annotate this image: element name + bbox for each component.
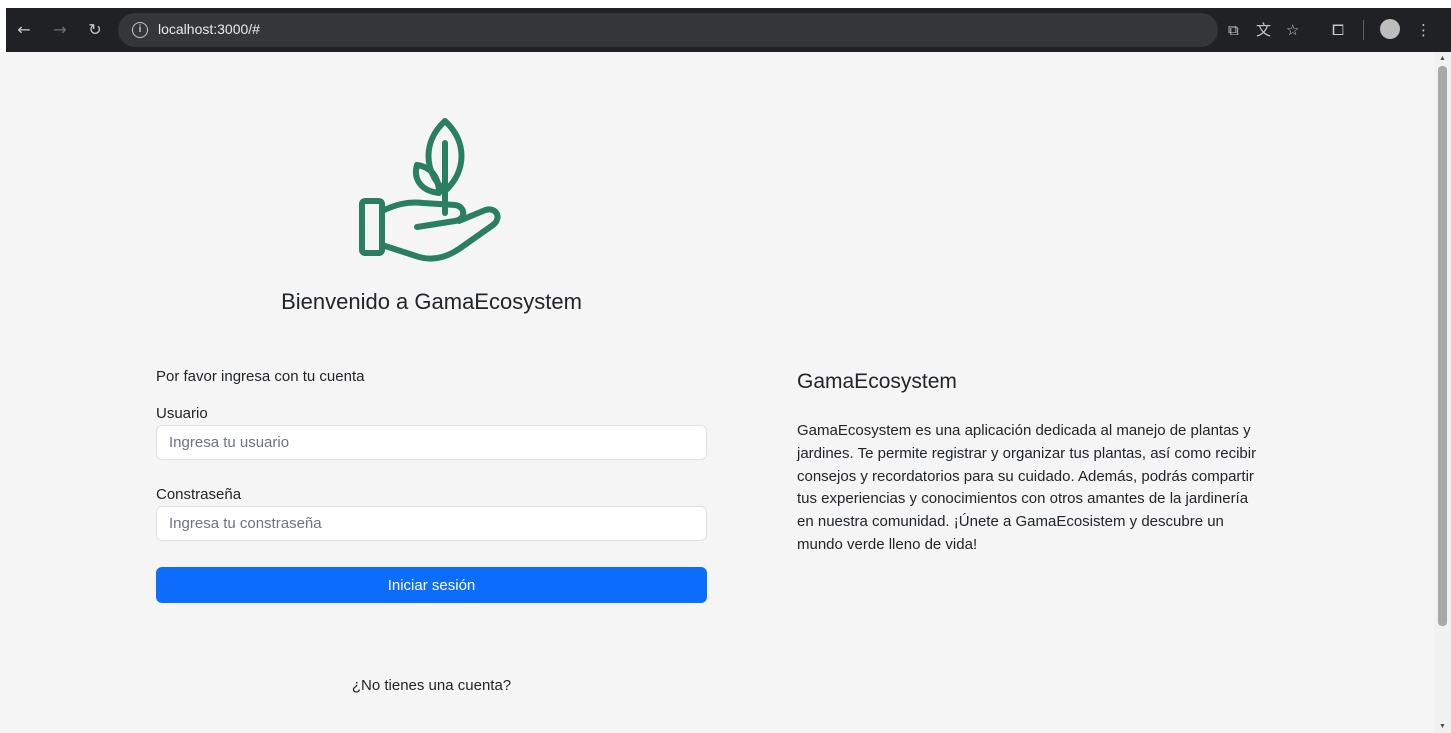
page-scrollbar[interactable]: ▲ ▼ [1434,52,1451,733]
kebab-menu-icon[interactable]: ⋮ [1416,20,1431,40]
star-icon[interactable]: ☆ [1286,20,1299,40]
translate-icon[interactable]: 文 [1256,20,1271,40]
password-label: Constraseña [156,486,242,503]
signup-link[interactable]: ¿No tienes una cuenta? [156,677,707,694]
scroll-thumb[interactable] [1438,66,1447,626]
about-description: GamaEcosystem es una aplicación dedicada… [797,422,1257,553]
login-prompt: Por favor ingresa con tu cuenta [156,368,365,385]
scroll-up-arrow-icon[interactable]: ▲ [1438,54,1447,63]
arrow-right-icon[interactable]: → [50,20,70,40]
address-bar[interactable]: i localhost:3000/# [118,13,1218,47]
arrow-left-icon[interactable]: ← [14,20,34,40]
username-input[interactable] [156,425,707,460]
scroll-down-arrow-icon[interactable]: ▼ [1438,722,1447,731]
browser-chrome: ← → ↻ i localhost:3000/# ⧉ 文 ☆ ⧠ ⋮ [0,0,1451,52]
puzzle-icon[interactable]: ⧠ [1332,20,1344,40]
cast-icon[interactable]: ⧉ [1228,20,1239,40]
password-input[interactable] [156,506,707,541]
about-title: GamaEcosystem [797,370,957,393]
username-label: Usuario [156,405,208,422]
welcome-heading: Bienvenido a GamaEcosystem [281,289,582,314]
plant-hand-logo-icon [359,118,501,262]
avatar[interactable] [1380,19,1400,39]
toolbar-divider [1363,20,1364,40]
reload-icon[interactable]: ↻ [85,20,105,40]
info-icon[interactable]: i [132,22,148,38]
browser-toolbar: ← → ↻ i localhost:3000/# ⧉ 文 ☆ ⧠ ⋮ [6,8,1451,52]
login-button[interactable]: Iniciar sesión [156,567,707,603]
url-text[interactable]: localhost:3000/# [158,21,260,37]
